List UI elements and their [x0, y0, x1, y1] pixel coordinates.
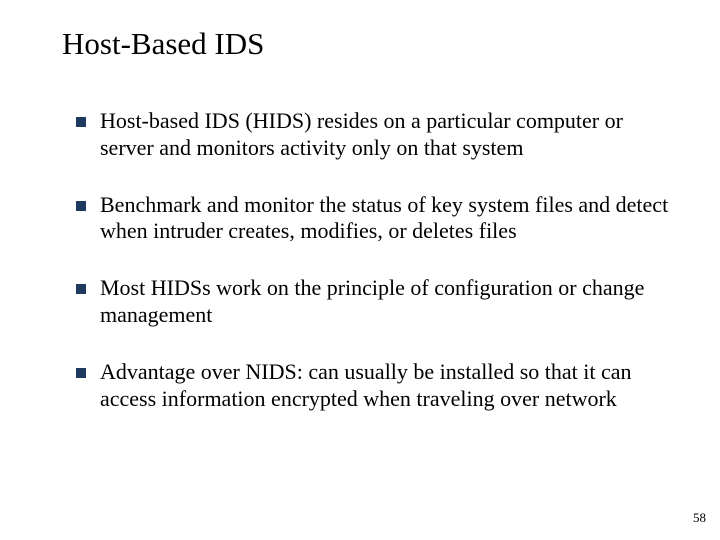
list-item: Host-based IDS (HIDS) resides on a parti…	[76, 108, 680, 162]
bullet-text: Benchmark and monitor the status of key …	[100, 192, 680, 246]
square-bullet-icon	[76, 117, 86, 127]
bullet-text: Advantage over NIDS: can usually be inst…	[100, 359, 680, 413]
square-bullet-icon	[76, 368, 86, 378]
slide-title: Host-Based IDS	[62, 26, 680, 62]
bullet-text: Most HIDSs work on the principle of conf…	[100, 275, 680, 329]
square-bullet-icon	[76, 201, 86, 211]
list-item: Advantage over NIDS: can usually be inst…	[76, 359, 680, 413]
list-item: Benchmark and monitor the status of key …	[76, 192, 680, 246]
list-item: Most HIDSs work on the principle of conf…	[76, 275, 680, 329]
page-number: 58	[693, 510, 706, 526]
bullet-text: Host-based IDS (HIDS) resides on a parti…	[100, 108, 680, 162]
bullet-list: Host-based IDS (HIDS) resides on a parti…	[56, 108, 680, 413]
square-bullet-icon	[76, 284, 86, 294]
slide-content: Host-Based IDS Host-based IDS (HIDS) res…	[0, 0, 720, 463]
